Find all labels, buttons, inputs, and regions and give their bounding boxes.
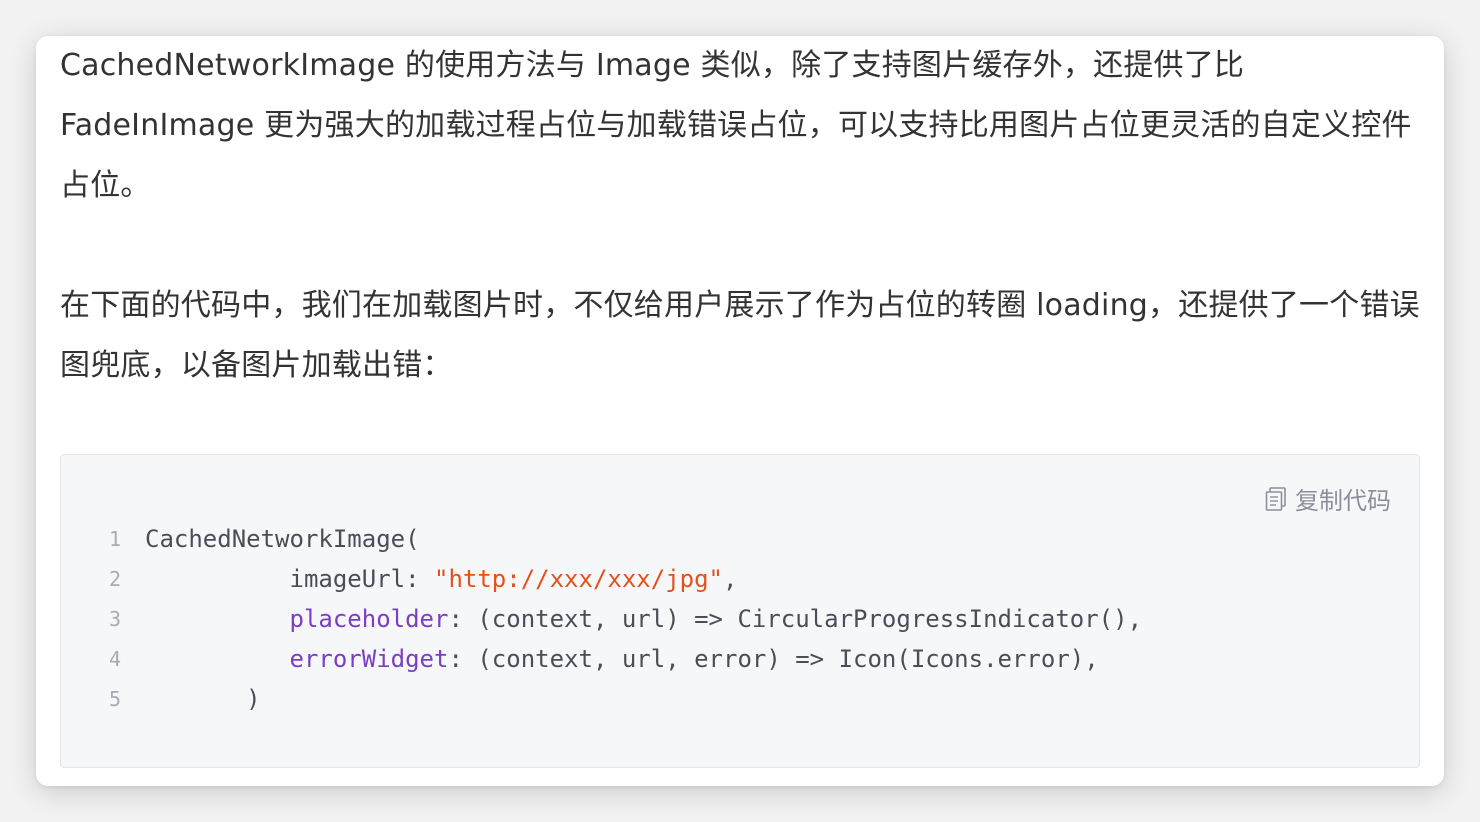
code-token: CachedNetworkImage( (145, 525, 420, 553)
code-line: 4 errorWidget: (context, url, error) => … (61, 639, 1419, 679)
copy-icon (1265, 486, 1287, 511)
string-token: "http://xxx/xxx/jpg" (434, 565, 723, 593)
code-block: 复制代码 1 CachedNetworkImage( 2 imageUrl: "ht… (60, 454, 1420, 768)
article-card: CachedNetworkImage 的使用方法与 Image 类似，除了支持图… (36, 36, 1444, 786)
code-token: : (context, url, error) => Icon(Icons.er… (448, 645, 1099, 673)
code-intro-paragraph: 在下面的代码中，我们在加载图片时，不仅给用户展示了作为占位的转圈 loading… (60, 288, 1420, 383)
line-number: 1 (108, 527, 121, 551)
code-token: imageUrl: (289, 565, 434, 593)
intro-paragraph: CachedNetworkImage 的使用方法与 Image 类似，除了支持图… (60, 48, 1412, 203)
code-text: placeholder: (context, url) => CircularP… (145, 599, 1143, 639)
code-token: : (context, url) => CircularProgressIndi… (448, 605, 1143, 633)
property-token: placeholder (289, 605, 449, 633)
line-number: 4 (108, 647, 121, 671)
code-line: 3 placeholder: (context, url) => Circula… (61, 599, 1419, 639)
line-number: 2 (108, 567, 121, 591)
line-number: 3 (108, 607, 121, 631)
code-text: CachedNetworkImage( (145, 519, 420, 559)
copy-code-button[interactable]: 复制代码 (1265, 481, 1391, 516)
code-line: 1 CachedNetworkImage( (61, 519, 1419, 559)
code-text: imageUrl: "http://xxx/xxx/jpg", (145, 559, 738, 599)
code-text: ) (145, 679, 261, 719)
code-text: errorWidget: (context, url, error) => Ic… (145, 639, 1099, 679)
code-line: 2 imageUrl: "http://xxx/xxx/jpg", (61, 559, 1419, 599)
code-token: ) (246, 685, 261, 713)
property-token: errorWidget (289, 645, 449, 673)
code-token: , (722, 565, 738, 593)
code-line: 5 ) (61, 679, 1419, 719)
copy-code-label: 复制代码 (1295, 487, 1391, 515)
line-number: 5 (108, 687, 121, 711)
code-lines: 1 CachedNetworkImage( 2 imageUrl: "http://… (61, 519, 1419, 719)
